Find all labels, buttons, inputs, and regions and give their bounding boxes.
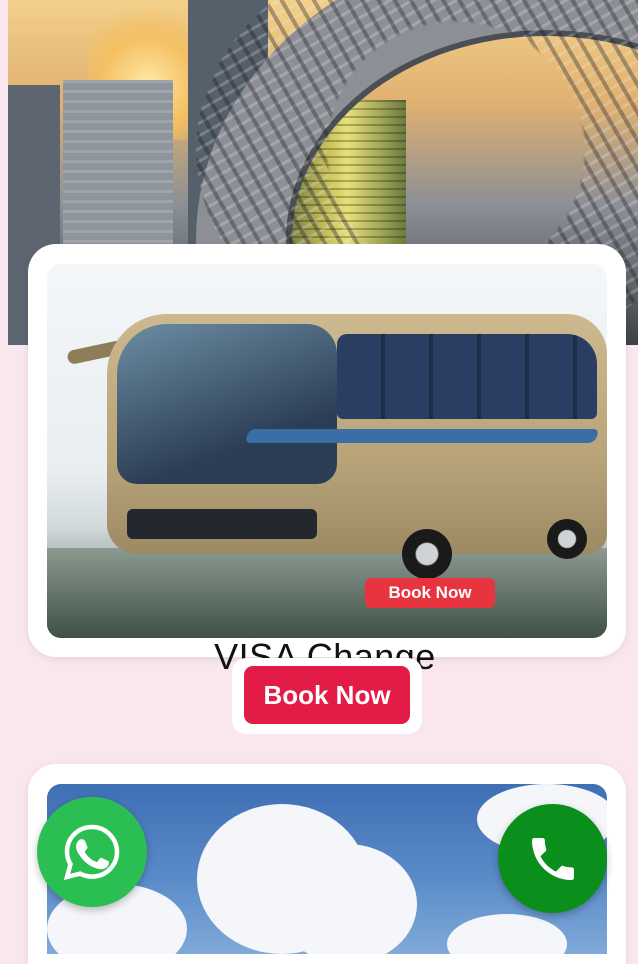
cloud — [277, 844, 417, 954]
whatsapp-button[interactable] — [37, 797, 147, 907]
road — [47, 548, 607, 638]
book-button-wrapper: Book Now — [232, 658, 422, 734]
bus-image[interactable]: Book Now — [47, 264, 607, 638]
cloud — [447, 914, 567, 954]
image-book-now-badge: Book Now — [365, 578, 495, 608]
bus-windshield — [117, 324, 337, 484]
whatsapp-icon — [63, 824, 120, 881]
bus-grill — [127, 509, 317, 539]
call-button[interactable] — [498, 804, 607, 913]
bus-wheel — [547, 519, 587, 559]
book-now-button[interactable]: Book Now — [244, 666, 410, 724]
bus-windows — [337, 334, 597, 419]
bus-stripe — [244, 429, 600, 443]
service-card: Book Now — [28, 244, 626, 657]
phone-icon — [531, 837, 574, 880]
bus-wheel — [402, 529, 452, 579]
